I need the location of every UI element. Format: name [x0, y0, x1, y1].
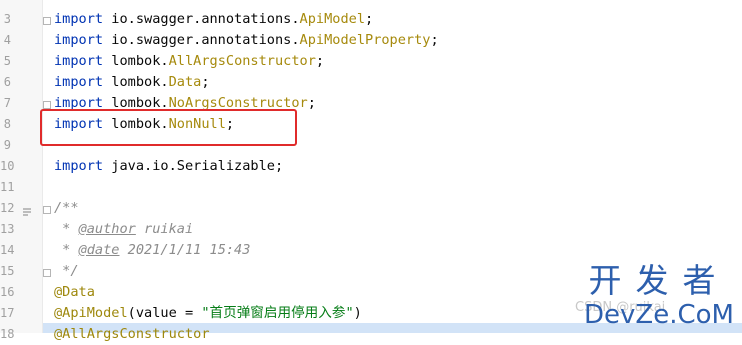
code-text: @Data: [54, 284, 95, 300]
code-line-14[interactable]: 14 * @date 2021/1/11 15:43: [0, 240, 742, 261]
line-number: 7: [3, 96, 11, 110]
code-text: @ApiModel(value = "首页弹窗启用停用入参"): [54, 305, 362, 321]
fold-marker-icon[interactable]: [43, 269, 51, 277]
annotation-highlight-box: [40, 109, 297, 146]
code-text: * @date 2021/1/11 15:43: [54, 242, 251, 258]
code-text: import java.io.Serializable;: [54, 158, 284, 174]
code-text: import lombok.AllArgsConstructor;: [54, 53, 325, 69]
line-number: 8: [3, 117, 11, 131]
fold-marker-icon[interactable]: [43, 206, 51, 214]
line-number: 12: [0, 201, 15, 215]
line-number: 17: [0, 306, 15, 320]
fold-marker-icon[interactable]: [43, 101, 51, 109]
code-text: * @author ruikai: [54, 221, 194, 237]
line-number: 13: [0, 222, 15, 236]
code-line-4[interactable]: 4 import io.swagger.annotations.ApiModel…: [0, 30, 742, 51]
line-number: 15: [0, 264, 15, 278]
code-text: /**: [54, 200, 79, 216]
code-line-10[interactable]: 10 import java.io.Serializable;: [0, 156, 742, 177]
code-text: import lombok.Data;: [54, 74, 210, 90]
watermark-cn: 开发者: [588, 261, 730, 300]
line-number: 6: [3, 75, 11, 89]
line-number: 11: [0, 180, 15, 194]
code-line-5[interactable]: 5 import lombok.AllArgsConstructor;: [0, 51, 742, 72]
code-line-11[interactable]: 11: [0, 177, 742, 198]
code-line-6[interactable]: 6 import lombok.Data;: [0, 72, 742, 93]
line-number: 5: [3, 54, 11, 68]
line-number: 14: [0, 243, 15, 257]
line-number: 10: [0, 159, 15, 173]
code-line-3[interactable]: 3 import io.swagger.annotations.ApiModel…: [0, 9, 742, 30]
code-text: */: [54, 263, 79, 279]
line-number: 16: [0, 285, 15, 299]
line-number: 18: [0, 327, 15, 341]
code-line-13[interactable]: 13 * @author ruikai: [0, 219, 742, 240]
code-line-12[interactable]: 12 /**: [0, 198, 742, 219]
fold-marker-icon[interactable]: [43, 17, 51, 25]
code-text: import io.swagger.annotations.ApiModelPr…: [54, 32, 439, 48]
code-text: import io.swagger.annotations.ApiModel;: [54, 11, 374, 27]
site-watermark: 开发者 DevZe.CoM: [584, 261, 734, 331]
doc-comment-icon[interactable]: [22, 203, 32, 216]
line-number: 3: [3, 12, 11, 26]
line-number: 4: [3, 33, 11, 47]
watermark-en: DevZe.CoM: [584, 300, 734, 330]
line-number: 9: [3, 138, 11, 152]
code-text: @AllArgsConstructor: [54, 326, 210, 342]
